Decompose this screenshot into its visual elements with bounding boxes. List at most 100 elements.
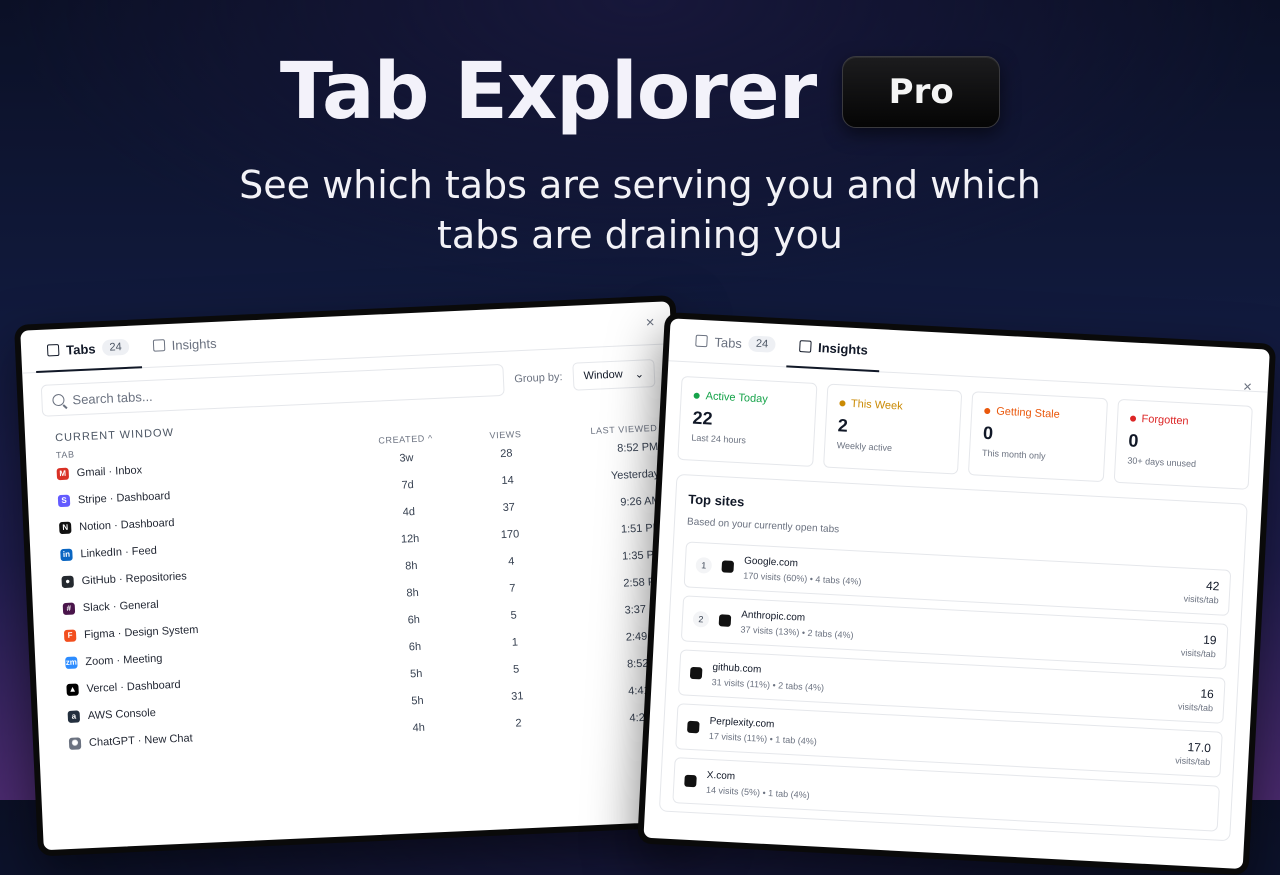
created-cell: 3w	[356, 450, 456, 467]
stat-label: Forgotten	[1141, 413, 1189, 427]
github-icon	[690, 667, 703, 680]
site-rank: 1	[695, 557, 712, 574]
site-info: X.com14 visits (5%) • 1 tab (4%)	[706, 769, 1199, 820]
views-cell: 37	[459, 499, 559, 516]
views-cell: 2	[468, 715, 568, 732]
stat-value: 2	[837, 415, 947, 442]
chrome-icon	[721, 560, 734, 573]
tab-label: Insights	[171, 335, 216, 352]
pro-badge: Pro	[842, 56, 1000, 128]
site-metric-value: 16	[1178, 685, 1214, 701]
stat-sub: This month only	[982, 448, 1092, 464]
last-viewed-cell: 9:26 AM	[558, 494, 660, 511]
linkedin-icon: in	[60, 548, 73, 561]
site-metric-unit: visits/tab	[1175, 755, 1210, 767]
status-dot-icon	[984, 408, 990, 414]
insights-icon	[799, 340, 812, 353]
stat-sub: Weekly active	[837, 440, 947, 456]
views-cell: 14	[457, 472, 557, 489]
stat-card[interactable]: Active Today22Last 24 hours	[677, 376, 817, 467]
stat-card[interactable]: Getting Stale 0This month only	[968, 391, 1108, 482]
tab-title: Slack · General	[83, 598, 159, 613]
tab-title: Gmail · Inbox	[76, 464, 142, 479]
stat-card[interactable]: This Week 2Weekly active	[823, 384, 963, 475]
site-metric: 16visits/tab	[1178, 685, 1214, 713]
search-placeholder: Search tabs...	[72, 388, 153, 407]
last-viewed-cell: 1:35 PM	[561, 548, 663, 565]
stat-label-row: This Week	[839, 397, 949, 415]
site-metric-value: 19	[1181, 631, 1217, 647]
site-info: Anthropic.com37 visits (13%) • 2 tabs (4…	[740, 609, 1172, 657]
created-cell: 8h	[362, 584, 462, 601]
tabs-window: Tabs 24 Insights × Search tabs... Group …	[14, 295, 699, 856]
views-cell: 5	[463, 607, 563, 624]
site-info: github.com31 visits (11%) • 2 tabs (4%)	[711, 661, 1169, 710]
gmail-icon: M	[57, 467, 70, 480]
last-viewed-cell: 1:51 PM	[560, 521, 662, 538]
close-icon[interactable]: ×	[1243, 378, 1253, 395]
created-cell: 6h	[365, 638, 465, 655]
views-cell: 31	[467, 688, 567, 705]
tab-tabs[interactable]: Tabs 24	[34, 325, 141, 372]
tab-title: ChatGPT · New Chat	[89, 732, 193, 749]
site-info: Google.com170 visits (60%) • 4 tabs (4%)	[743, 555, 1175, 603]
status-dot-icon	[839, 400, 845, 406]
stripe-icon: S	[58, 494, 71, 507]
tab-label: Insights	[818, 340, 869, 358]
hero-subtitle: See which tabs are serving you and which…	[200, 160, 1080, 260]
tab-tabs[interactable]: Tabs 24	[682, 319, 788, 366]
stat-card[interactable]: Forgotten030+ days unused	[1113, 399, 1253, 490]
top-sites-list: 1 Google.com170 visits (60%) • 4 tabs (4%…	[672, 541, 1231, 831]
top-sites-card: Top sites Based on your currently open t…	[659, 474, 1248, 841]
app-title: Tab Explorer	[280, 47, 816, 137]
stat-value: 0	[983, 423, 1093, 450]
vercel-icon: ▲	[66, 683, 79, 696]
tab-label: Tabs	[714, 334, 742, 350]
site-metric-unit: visits/tab	[1183, 594, 1218, 606]
site-info: Perplexity.com17 visits (11%) • 1 tab (4…	[709, 715, 1167, 764]
aws-icon: a	[68, 710, 81, 723]
stat-label: This Week	[851, 398, 903, 413]
stat-value: 22	[692, 408, 802, 435]
tab-name-cell: ✺ ChatGPT · New Chat	[69, 724, 369, 750]
last-viewed-cell: Yesterday	[557, 467, 659, 484]
github-icon: ●	[61, 575, 74, 588]
tabs-icon	[47, 344, 60, 357]
last-viewed-cell: 2:58 PM	[562, 575, 664, 592]
tab-title: Zoom · Meeting	[85, 652, 162, 667]
stat-label: Active Today	[705, 390, 768, 405]
tab-insights[interactable]: Insights	[140, 321, 230, 367]
last-viewed-cell: 8:52 PM	[556, 440, 658, 457]
tab-count-badge: 24	[749, 335, 776, 352]
group-by-label: Group by:	[514, 371, 563, 385]
views-cell: 5	[466, 661, 566, 678]
insights-window: Tabs 24 Insights × Active Today22Last 24…	[637, 312, 1276, 875]
created-cell: 4d	[359, 504, 459, 521]
site-rank: 2	[693, 611, 710, 628]
insights-icon	[152, 339, 165, 352]
tab-list: MGmail · Inbox3w288:52 PMSStripe · Dashb…	[26, 432, 689, 758]
group-by-value: Window	[583, 368, 623, 382]
status-dot-icon	[1129, 415, 1135, 421]
chatgpt-icon: ✺	[69, 737, 82, 750]
created-cell: 4h	[368, 719, 468, 736]
status-dot-icon	[694, 393, 700, 399]
group-by-select[interactable]: Window ⌄	[572, 359, 656, 391]
created-cell: 12h	[360, 530, 460, 547]
stat-value: 0	[1128, 430, 1238, 457]
views-cell: 1	[465, 634, 565, 651]
chevron-down-icon: ⌄	[634, 367, 644, 380]
notion-icon: N	[59, 521, 72, 534]
stat-label-row: Getting Stale	[984, 405, 1094, 423]
anthropic-icon	[719, 614, 732, 627]
site-metric: 19visits/tab	[1181, 631, 1217, 659]
stat-label: Getting Stale	[996, 405, 1060, 420]
site-metric-unit: visits/tab	[1178, 701, 1213, 713]
tab-count-badge: 24	[102, 339, 129, 356]
tab-insights[interactable]: Insights	[786, 324, 881, 371]
tab-title: Vercel · Dashboard	[86, 678, 181, 694]
figma-icon: F	[64, 629, 77, 642]
site-metric-unit: visits/tab	[1181, 647, 1216, 659]
site-metric-value: 42	[1184, 578, 1220, 594]
close-icon[interactable]: ×	[645, 314, 655, 331]
